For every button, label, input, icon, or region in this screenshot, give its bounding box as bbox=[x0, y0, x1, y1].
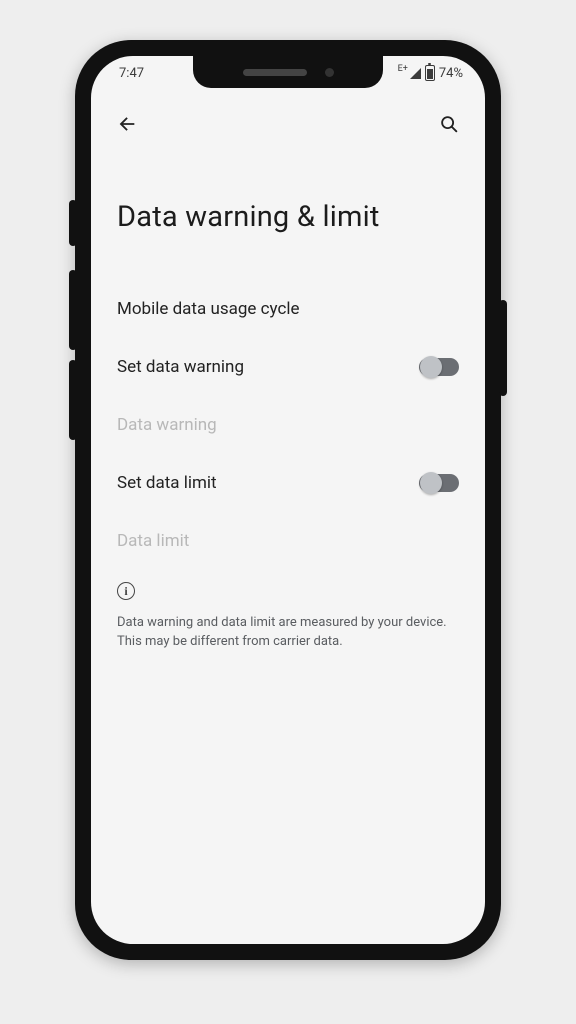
front-camera bbox=[325, 68, 334, 77]
volume-up-button bbox=[69, 270, 77, 350]
row-usage-cycle[interactable]: Mobile data usage cycle bbox=[117, 280, 459, 338]
power-button bbox=[499, 300, 507, 396]
back-button[interactable] bbox=[113, 110, 141, 138]
toggle-set-data-limit[interactable] bbox=[419, 474, 459, 492]
mute-switch bbox=[69, 200, 77, 246]
phone-screen: 7:47 E+ 74% Data warning & bbox=[91, 56, 485, 944]
status-right: E+ 74% bbox=[398, 65, 463, 81]
signal-icon bbox=[410, 68, 421, 79]
info-text: Data warning and data limit are measured… bbox=[117, 614, 459, 652]
network-type-icon: E+ bbox=[398, 64, 408, 74]
volume-down-button bbox=[69, 360, 77, 440]
set-data-limit-label: Set data limit bbox=[117, 473, 217, 493]
set-data-warning-label: Set data warning bbox=[117, 357, 244, 377]
data-limit-label: Data limit bbox=[117, 531, 189, 551]
toggle-set-data-warning[interactable] bbox=[419, 358, 459, 376]
search-icon bbox=[438, 113, 460, 135]
row-set-data-warning[interactable]: Set data warning bbox=[117, 338, 459, 396]
battery-percent: 74% bbox=[439, 66, 463, 81]
row-set-data-limit[interactable]: Set data limit bbox=[117, 454, 459, 512]
content-area: Data warning & limit Mobile data usage c… bbox=[91, 152, 485, 652]
row-data-warning: Data warning bbox=[117, 396, 459, 454]
phone-notch bbox=[193, 56, 383, 88]
page-title: Data warning & limit bbox=[117, 200, 459, 234]
search-button[interactable] bbox=[435, 110, 463, 138]
status-time: 7:47 bbox=[119, 66, 144, 81]
info-icon: i bbox=[117, 582, 135, 600]
toggle-knob bbox=[420, 356, 442, 378]
info-icon-wrap: i bbox=[117, 580, 135, 600]
usage-cycle-label: Mobile data usage cycle bbox=[117, 299, 300, 319]
toggle-knob bbox=[420, 472, 442, 494]
back-arrow-icon bbox=[116, 113, 138, 135]
data-warning-label: Data warning bbox=[117, 415, 217, 435]
row-data-limit: Data limit bbox=[117, 512, 459, 570]
phone-frame: 7:47 E+ 74% Data warning & bbox=[75, 40, 501, 960]
speaker-grill bbox=[243, 69, 307, 76]
battery-icon bbox=[425, 65, 435, 81]
info-section: i Data warning and data limit are measur… bbox=[117, 580, 459, 652]
